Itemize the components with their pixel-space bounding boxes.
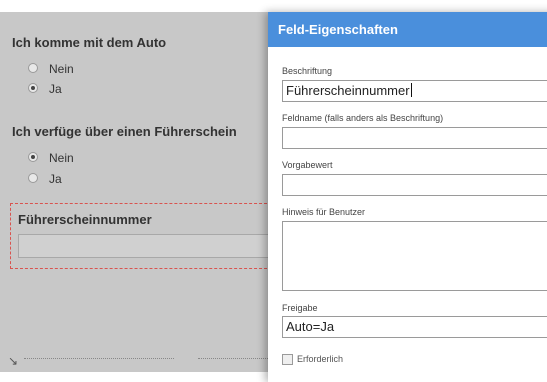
resize-handle-icon[interactable]: ↘ [8, 354, 18, 368]
default-value-label: Vorgabewert [282, 160, 333, 170]
selected-field-title: Führerscheinnummer [18, 212, 152, 227]
divider-dotted-left [24, 358, 174, 359]
panel-title: Feld-Eigenschaften [268, 12, 547, 47]
caption-label: Beschriftung [282, 66, 333, 76]
radio-label: Nein [49, 62, 74, 76]
release-input[interactable]: Auto=Ja [282, 316, 547, 338]
question-car-title: Ich komme mit dem Auto [12, 35, 167, 50]
fieldname-label: Feldname (falls anders als Beschriftung) [282, 113, 444, 123]
caption-input[interactable]: Führerscheinnummer [282, 80, 547, 102]
required-checkbox[interactable] [282, 354, 293, 366]
hint-label: Hinweis für Benutzer [282, 207, 366, 217]
text-caret [410, 83, 412, 97]
fieldname-input[interactable] [282, 127, 547, 149]
divider-dotted-right [198, 358, 268, 359]
default-value-input[interactable] [282, 174, 547, 196]
radio-label: Ja [49, 82, 62, 96]
required-checkbox-row[interactable]: Erforderlich [282, 354, 344, 366]
form-top-strip [0, 0, 547, 12]
release-label: Freigabe [282, 303, 318, 313]
radio-icon[interactable] [28, 63, 38, 73]
radio-checked-icon[interactable] [28, 152, 38, 162]
radio-label: Ja [49, 172, 62, 186]
radio-icon[interactable] [28, 173, 38, 183]
question-license-title: Ich verfüge über einen Führerschein [12, 124, 237, 139]
radio-checked-icon[interactable] [28, 83, 38, 93]
field-properties-panel: Feld-Eigenschaften Beschriftung Führersc… [268, 12, 547, 382]
license-number-input-preview[interactable] [18, 234, 274, 258]
caption-input-value: Führerscheinnummer [286, 83, 410, 98]
hint-textarea[interactable] [282, 221, 547, 291]
required-label: Erforderlich [297, 354, 344, 364]
radio-label: Nein [49, 151, 74, 165]
